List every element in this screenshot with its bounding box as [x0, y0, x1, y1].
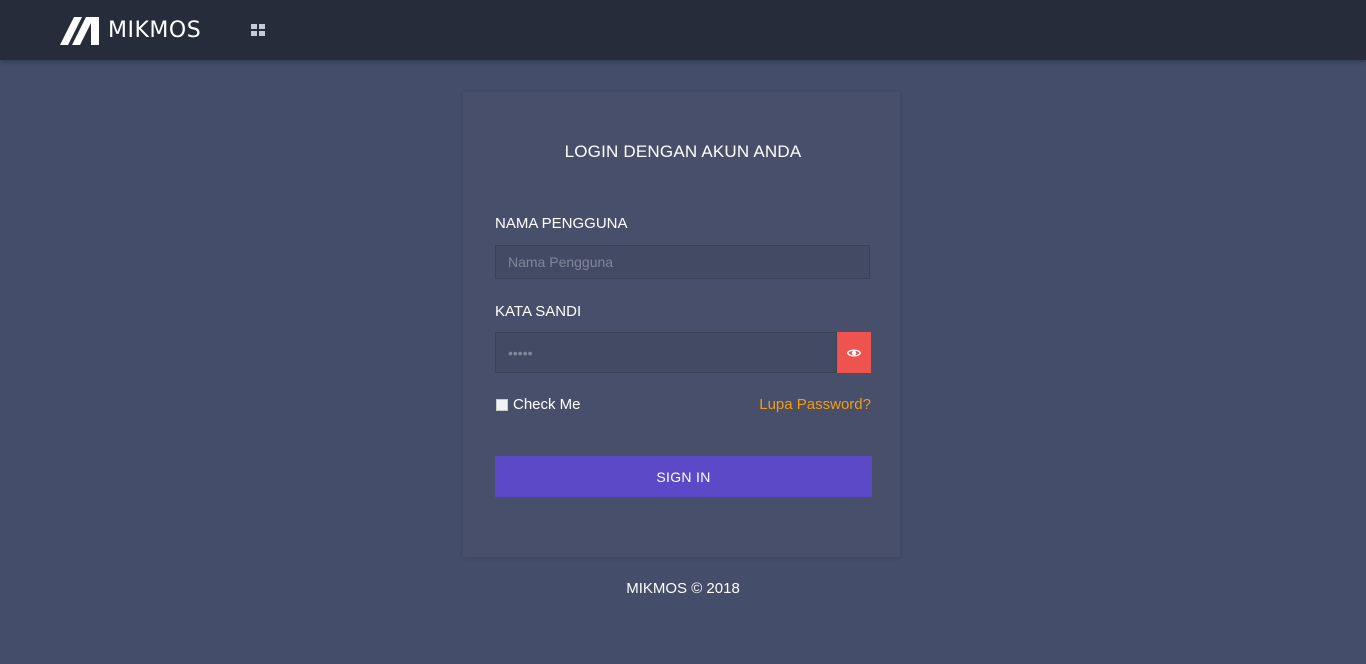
remember-checkbox[interactable] — [496, 398, 508, 411]
mikmos-logo-icon — [60, 17, 99, 45]
username-input[interactable] — [495, 245, 870, 279]
grid-icon[interactable] — [250, 23, 266, 37]
brand-name: MIKMOS — [108, 18, 202, 43]
show-password-button[interactable] — [837, 332, 871, 373]
eye-icon — [847, 348, 861, 357]
username-label: NAMA PENGGUNA — [495, 215, 628, 232]
footer-copyright: MIKMOS © 2018 — [626, 580, 740, 597]
remember-label: Check Me — [513, 396, 581, 413]
password-input[interactable] — [495, 332, 837, 373]
brand-logo[interactable]: MIKMOS — [60, 16, 201, 46]
forgot-password-link[interactable]: Lupa Password? — [759, 396, 871, 413]
top-navbar: MIKMOS — [0, 0, 1366, 60]
password-label: KATA SANDI — [495, 303, 582, 320]
sign-in-button[interactable]: SIGN IN — [495, 456, 872, 497]
remember-me[interactable]: Check Me — [495, 396, 581, 413]
login-title: LOGIN DENGAN AKUN ANDA — [564, 142, 802, 161]
